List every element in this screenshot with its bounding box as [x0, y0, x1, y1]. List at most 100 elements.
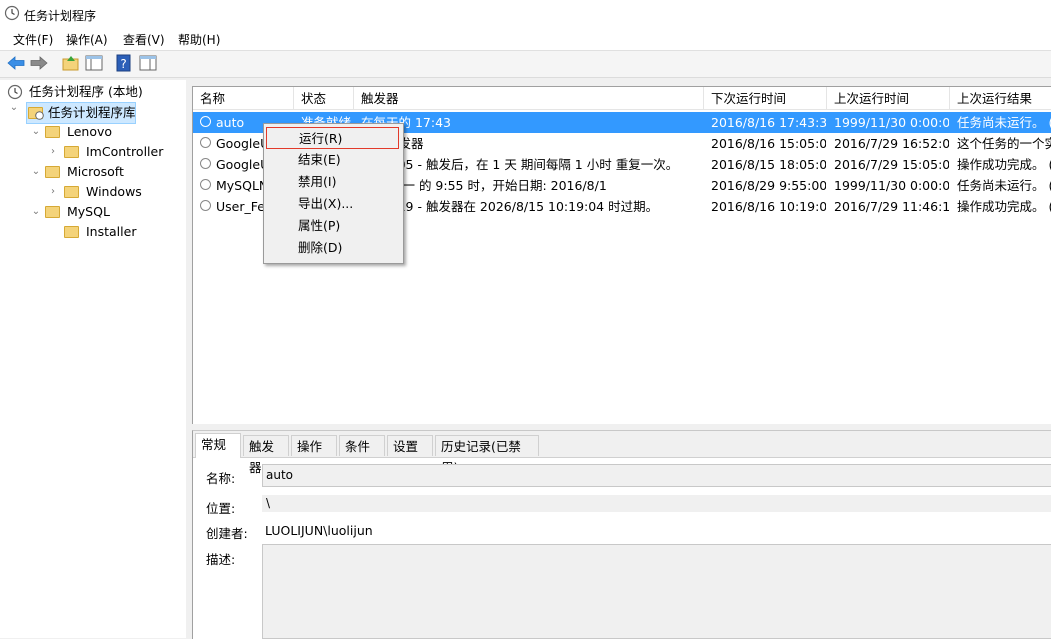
tree-item-imcontroller[interactable]: ImController — [64, 142, 184, 162]
row-last-result: 任务尚未运行。 (0 — [957, 178, 1051, 193]
tree-item-installer[interactable]: Installer — [64, 222, 184, 242]
tree-item-label: ImController — [86, 144, 164, 159]
menu-item-delete[interactable]: 删除(D) — [266, 237, 399, 259]
help-icon[interactable]: ? — [114, 54, 134, 72]
column-header-next-run[interactable]: 下次运行时间 — [704, 87, 827, 110]
chevron-right-icon[interactable]: › — [47, 142, 59, 162]
navigation-tree: 任务计划程序 (本地) 任务计划程序库 ⌄ ⌄ Lenovo › ImContr… — [0, 80, 187, 638]
row-trigger: 多个触发器 — [361, 133, 701, 154]
description-label: 描述: — [206, 552, 236, 567]
tree-item-label: MySQL — [67, 204, 110, 219]
tree-item-microsoft[interactable]: Microsoft — [45, 162, 165, 182]
folder-icon — [45, 126, 60, 138]
chevron-down-icon[interactable]: ⌄ — [30, 162, 42, 182]
author-label: 创建者: — [206, 526, 248, 541]
folder-icon — [45, 206, 60, 218]
clock-icon — [4, 5, 20, 21]
author-value: LUOLIJUN\luolijun — [265, 523, 373, 538]
name-label: 名称: — [206, 471, 236, 486]
row-last-result: 任务尚未运行。 (0 — [957, 115, 1051, 130]
clock-icon — [7, 84, 23, 100]
tree-item-root[interactable]: 任务计划程序 (本地) — [0, 82, 186, 102]
tab-actions[interactable]: 操作 — [291, 435, 337, 456]
menu-item-disable[interactable]: 禁用(I) — [266, 171, 399, 193]
column-header-trigger[interactable]: 触发器 — [354, 87, 704, 110]
tree-item-lenovo[interactable]: Lenovo — [45, 122, 165, 142]
task-clock-icon — [200, 137, 211, 148]
tab-conditions[interactable]: 条件 — [339, 435, 385, 456]
menu-view[interactable]: 查看(V) — [123, 31, 165, 48]
row-next-run: 2016/8/16 17:43:32 — [711, 115, 826, 130]
context-menu: 运行(R) 结束(E) 禁用(I) 导出(X)... 属性(P) 删除(D) — [263, 123, 404, 264]
row-last-run: 2016/7/29 16:52:06 — [834, 136, 949, 151]
menu-bar: 文件(F) 操作(A) 查看(V) 帮助(H) — [0, 28, 1051, 50]
tab-settings[interactable]: 设置 — [387, 435, 433, 456]
menu-file[interactable]: 文件(F) — [13, 31, 53, 48]
menu-item-run[interactable]: 运行(R) — [266, 127, 399, 149]
tree-item-library[interactable]: 任务计划程序库 — [26, 102, 136, 124]
task-clock-icon — [200, 200, 211, 211]
menu-help[interactable]: 帮助(H) — [178, 31, 220, 48]
window-title: 任务计划程序 — [24, 9, 97, 23]
column-header-name[interactable]: 名称 — [193, 87, 294, 110]
tree-root-label: 任务计划程序 (本地) — [29, 84, 143, 99]
detail-tabs: 常规 触发器 操作 条件 设置 历史记录(已禁用) — [193, 431, 1051, 475]
folder-up-icon[interactable] — [61, 54, 81, 72]
folder-icon — [64, 146, 79, 158]
name-field[interactable]: auto — [262, 464, 1051, 487]
row-next-run: 2016/8/29 9:55:00 — [711, 178, 826, 193]
chevron-down-icon[interactable]: ⌄ — [8, 102, 20, 113]
column-header-last-result[interactable]: 上次运行结果 — [950, 87, 1051, 110]
location-label: 位置: — [206, 501, 236, 516]
tree-item-mysql[interactable]: MySQL — [45, 202, 165, 222]
row-next-run: 2016/8/16 10:19:04 — [711, 199, 826, 214]
tab-general[interactable]: 常规 — [195, 433, 241, 458]
task-clock-icon — [200, 158, 211, 169]
row-last-run: 2016/7/29 11:46:13 — [834, 199, 949, 214]
folder-icon — [45, 166, 60, 178]
row-last-result: 操作成功完成。 (0 — [957, 199, 1051, 214]
column-header-status[interactable]: 状态 — [294, 87, 354, 110]
chevron-right-icon[interactable]: › — [47, 182, 59, 202]
tree-item-label: Windows — [86, 184, 142, 199]
show-hide-tree-icon[interactable] — [84, 54, 104, 72]
description-field[interactable] — [262, 544, 1051, 639]
name-value: auto — [266, 468, 294, 482]
row-last-result: 操作成功完成。 (0 — [957, 157, 1051, 172]
menu-action[interactable]: 操作(A) — [66, 31, 108, 48]
row-next-run: 2016/8/15 18:05:00 — [711, 157, 826, 172]
menu-item-end[interactable]: 结束(E) — [266, 149, 399, 171]
tree-item-label: Lenovo — [67, 124, 113, 139]
back-arrow-icon[interactable] — [6, 54, 26, 72]
row-trigger: 在每天的 17:43 — [361, 115, 451, 130]
chevron-down-icon[interactable]: ⌄ — [30, 202, 42, 222]
chevron-down-icon[interactable]: ⌄ — [30, 122, 42, 142]
folder-icon — [64, 186, 79, 198]
show-hide-action-pane-icon[interactable] — [138, 54, 158, 72]
menu-item-export[interactable]: 导出(X)... — [266, 193, 399, 215]
row-last-result: 这个任务的一个实 — [957, 136, 1051, 151]
tree-item-label: Microsoft — [67, 164, 124, 179]
clock-badge-icon — [35, 111, 44, 120]
row-trigger: 的 15:05 - 触发后，在 1 天 期间每隔 1 小时 重复一次。 — [361, 157, 679, 172]
tab-history[interactable]: 历史记录(已禁用) — [435, 435, 539, 475]
row-last-run: 1999/11/30 0:00:00 — [834, 178, 949, 193]
forward-arrow-icon[interactable] — [29, 54, 49, 72]
detail-pane: 常规 触发器 操作 条件 设置 历史记录(已禁用) 名称: auto 位置: \… — [192, 430, 1051, 639]
column-header-last-run[interactable]: 上次运行时间 — [827, 87, 950, 110]
row-trigger: 的 10:19 - 触发器在 2026/8/15 10:19:04 时过期。 — [361, 199, 659, 214]
location-value: \ — [266, 496, 271, 510]
tab-triggers[interactable]: 触发器 — [243, 435, 289, 475]
tree-item-windows[interactable]: Windows — [64, 182, 184, 202]
tree-library-label: 任务计划程序库 — [48, 105, 136, 120]
tree-item-label: Installer — [86, 224, 137, 239]
svg-text:?: ? — [120, 57, 126, 71]
menu-item-properties[interactable]: 属性(P) — [266, 215, 399, 237]
folder-icon — [64, 226, 79, 238]
task-clock-icon — [200, 116, 211, 127]
row-next-run: 2016/8/16 15:05:00 — [711, 136, 826, 151]
row-trigger: 的 星期一 的 9:55 时，开始日期: 2016/8/1 — [361, 178, 607, 193]
task-clock-icon — [200, 179, 211, 190]
row-last-run: 1999/11/30 0:00:00 — [834, 115, 949, 130]
row-last-run: 2016/7/29 15:05:00 — [834, 157, 949, 172]
